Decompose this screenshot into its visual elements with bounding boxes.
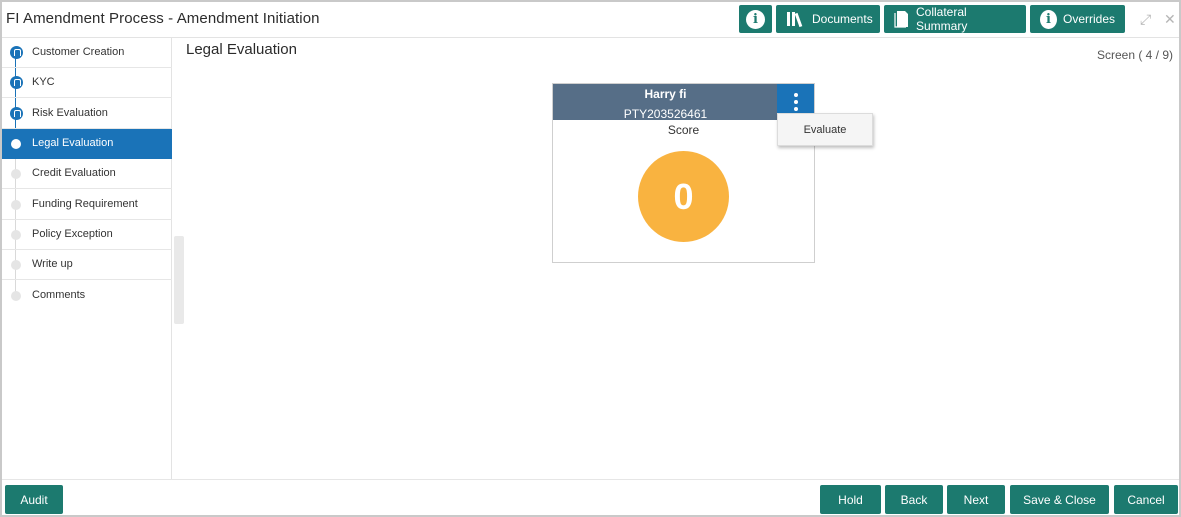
info-icon: i <box>1040 9 1057 29</box>
section-title: Legal Evaluation <box>186 41 297 58</box>
step-write-up[interactable]: Write up <box>2 250 172 280</box>
party-id: PTY203526461 <box>623 107 708 121</box>
current-step-icon <box>11 139 21 149</box>
overrides-label: Overrides <box>1062 12 1115 26</box>
party-name: Harry fi <box>644 87 687 101</box>
documents-button[interactable]: Documents <box>776 5 880 33</box>
card-header: Harry fi PTY203526461 <box>553 84 814 121</box>
step-policy-exception[interactable]: Policy Exception <box>2 220 172 250</box>
cancel-button[interactable]: Cancel <box>1114 485 1178 514</box>
step-label: KYC <box>32 76 55 88</box>
hold-button[interactable]: Hold <box>820 485 881 514</box>
step-label: Write up <box>32 258 73 270</box>
pending-step-icon <box>11 169 21 179</box>
screen-indicator: Screen ( 4 / 9) <box>1096 48 1173 62</box>
step-kyc[interactable]: KYC <box>2 68 172 98</box>
audit-button[interactable]: Audit <box>5 485 63 514</box>
collateral-summary-label: Collateral Summary <box>916 5 968 33</box>
step-comments[interactable]: Comments <box>2 281 172 311</box>
step-label: Customer Creation <box>32 46 125 58</box>
info-icon: i <box>746 9 765 29</box>
step-funding-requirement[interactable]: Funding Requirement <box>2 190 172 220</box>
pending-step-icon <box>11 260 21 270</box>
step-label: Risk Evaluation <box>32 107 108 119</box>
close-icon[interactable]: ✕ <box>1164 11 1176 28</box>
books-icon <box>786 11 806 27</box>
app-window: FI Amendment Process - Amendment Initiat… <box>0 0 1181 517</box>
header-bar: FI Amendment Process - Amendment Initiat… <box>2 2 1179 38</box>
step-customer-creation[interactable]: Customer Creation <box>2 38 172 68</box>
documents-label: Documents <box>812 12 873 26</box>
party-score-card: Harry fi PTY203526461 Score 0 <box>552 83 815 263</box>
step-label: Comments <box>32 289 86 301</box>
pending-step-icon <box>11 230 21 240</box>
completed-step-icon <box>10 107 23 120</box>
footer-bar: Audit Hold Back Next Save & Close Cancel <box>2 479 1179 517</box>
step-legal-evaluation[interactable]: Legal Evaluation <box>2 129 172 159</box>
score-value: 0 <box>638 151 729 242</box>
next-button[interactable]: Next <box>947 485 1005 514</box>
completed-step-icon <box>10 76 23 89</box>
page-title: FI Amendment Process - Amendment Initiat… <box>6 10 320 27</box>
pending-step-icon <box>11 291 21 301</box>
document-icon <box>894 10 910 28</box>
step-label: Legal Evaluation <box>32 137 114 149</box>
step-credit-evaluation[interactable]: Credit Evaluation <box>2 159 172 189</box>
score-label: Score <box>667 123 700 137</box>
completed-step-icon <box>10 46 23 59</box>
step-navigation: Customer Creation KYC Risk Evaluation Le… <box>2 38 172 479</box>
collateral-summary-button[interactable]: Collateral Summary <box>884 5 1026 33</box>
info-button[interactable]: i <box>739 5 772 33</box>
step-risk-evaluation[interactable]: Risk Evaluation <box>2 99 172 129</box>
evaluate-menu-item[interactable]: Evaluate <box>777 113 873 146</box>
pending-step-icon <box>11 200 21 210</box>
overrides-button[interactable]: i Overrides <box>1030 5 1125 33</box>
step-label: Policy Exception <box>32 228 113 240</box>
back-button[interactable]: Back <box>885 485 943 514</box>
maximize-icon[interactable]: ⤢ <box>1140 11 1151 28</box>
sidebar-collapse-handle[interactable] <box>174 236 184 324</box>
step-label: Credit Evaluation <box>32 167 116 179</box>
save-close-button[interactable]: Save & Close <box>1010 485 1109 514</box>
step-label: Funding Requirement <box>32 198 138 210</box>
